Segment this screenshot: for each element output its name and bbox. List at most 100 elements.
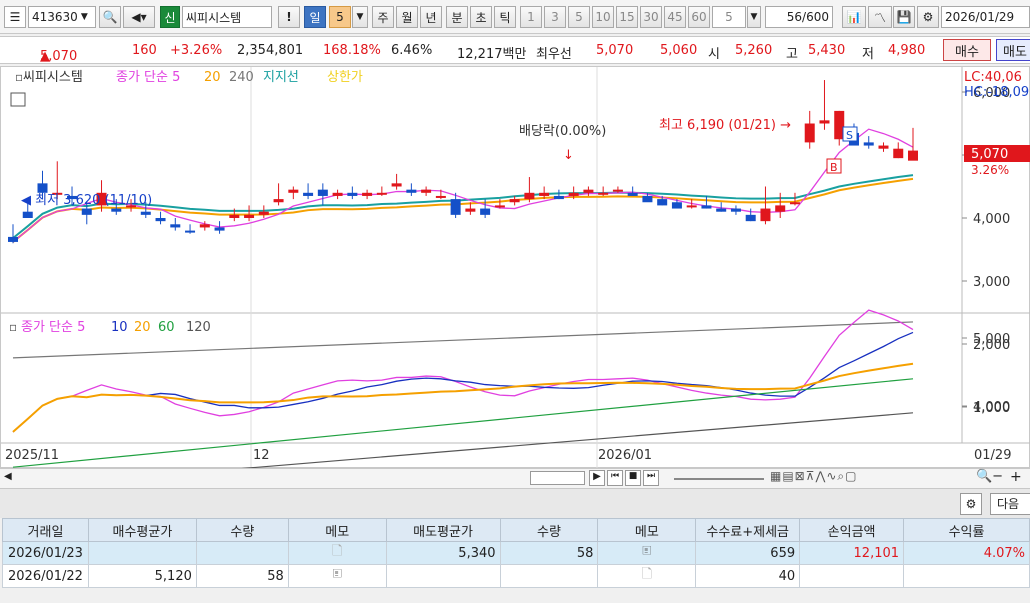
table-row[interactable]: 2026/01/22 5,120 58 🗉 🗋 40 xyxy=(2,564,1030,588)
memo-cell[interactable]: 🗋 xyxy=(597,564,697,588)
candle-body xyxy=(22,211,33,218)
buy-qty xyxy=(195,541,289,565)
memo-cell[interactable]: 🗉 xyxy=(597,541,697,565)
candle-body xyxy=(686,205,697,208)
legend-ma240: 240 xyxy=(229,70,254,85)
save-icon[interactable]: 💾 xyxy=(893,6,915,28)
chart-area[interactable]: 6,0005,0004,0003,0002,0001,0005,0004,000… xyxy=(0,66,1030,469)
candle-body xyxy=(642,195,653,203)
ma5-line xyxy=(12,128,914,243)
dropdown-icon[interactable]: ▼ xyxy=(81,12,88,22)
candle-body xyxy=(421,189,432,193)
prev-icon[interactable]: ◀▾ xyxy=(123,6,155,28)
memo-icon[interactable]: 🗋 xyxy=(642,567,652,582)
first-icon[interactable]: ⏮ xyxy=(607,470,623,486)
candle-body xyxy=(332,192,343,196)
stop-icon[interactable]: ■ xyxy=(625,470,641,486)
scroll-left-icon[interactable]: ◀ xyxy=(4,471,12,482)
legend-marker-1: ▫ xyxy=(15,70,23,84)
buy-button[interactable]: 매수 xyxy=(943,39,991,61)
ma20-lower-line xyxy=(12,362,914,433)
period-second-button[interactable]: 초 xyxy=(470,6,492,28)
col-header: 수량 xyxy=(499,518,599,542)
volume: 2,354,801 xyxy=(237,43,304,58)
col-header: 매수평균가 xyxy=(87,518,197,542)
lc-label: LC:40,06 xyxy=(964,70,1022,85)
candle-body xyxy=(317,189,328,196)
memo-cell[interactable]: 🗋 xyxy=(287,541,387,565)
candle-body xyxy=(553,195,564,200)
period-minute-button[interactable]: 분 xyxy=(446,6,468,28)
fee: 659 xyxy=(695,541,801,565)
period-week-button[interactable]: 주 xyxy=(372,6,394,28)
sell-avg xyxy=(385,564,501,588)
minute-45-button[interactable]: 45 xyxy=(664,6,686,28)
new-badge: 신 xyxy=(160,6,180,28)
zoom-out-icon[interactable]: 🔍− xyxy=(976,469,1003,484)
candle-body xyxy=(612,189,623,192)
minute-3-button[interactable]: 3 xyxy=(544,6,566,28)
last-icon[interactable]: ⏭ xyxy=(643,470,659,486)
period-day-button[interactable]: 일 xyxy=(304,6,326,28)
high-price: 5,430 xyxy=(808,43,846,58)
search-icon[interactable]: 🔍 xyxy=(99,6,121,28)
dividend-annotation: 배당락(0.00%) xyxy=(519,124,606,139)
minute-60-button[interactable]: 60 xyxy=(688,6,710,28)
minute-30-button[interactable]: 30 xyxy=(640,6,662,28)
period-year-button[interactable]: 년 xyxy=(420,6,442,28)
alert-button[interactable]: ! xyxy=(278,6,300,28)
minute-15-button[interactable]: 15 xyxy=(616,6,638,28)
next-button[interactable]: 다음 xyxy=(990,493,1030,515)
table-toggle-icon[interactable] xyxy=(10,92,26,107)
stock-chart[interactable]: 6,0005,0004,0003,0002,0001,0005,0004,000… xyxy=(1,67,1030,469)
period-n-select[interactable]: 5 xyxy=(329,6,351,28)
col-header: 수익률 xyxy=(903,518,1030,542)
trade-date: 2026/01/22 xyxy=(2,564,89,588)
minute-1-button[interactable]: 1 xyxy=(520,6,542,28)
candle-body xyxy=(391,183,402,187)
candle-body xyxy=(671,202,682,209)
col-header: 수량 xyxy=(195,518,289,542)
stock-code-input[interactable]: 413630 ▼ xyxy=(28,6,96,28)
minute-dropdown-icon[interactable]: ▼ xyxy=(747,6,761,28)
minute-5-button[interactable]: 5 xyxy=(568,6,590,28)
scroll-right-icon[interactable]: ▶ xyxy=(589,470,605,486)
quote-bar: 5,070 ▲ 160 +3.26% 2,354,801 168.18% 6.4… xyxy=(0,36,1030,64)
toolbar: ☰ 413630 ▼ 🔍 ◀▾ 신 씨피시스템 ! 일 5 ▼ 주 월 년 분 초… xyxy=(0,0,1030,34)
price-tag-label: 5,070 xyxy=(971,147,1008,162)
candle-body xyxy=(406,189,417,193)
ask-price: 5,070 xyxy=(596,43,634,58)
chart-type-icon[interactable]: 📊 xyxy=(842,6,866,28)
gear-icon[interactable]: ⚙ xyxy=(960,493,982,515)
menu-icon[interactable]: ☰ xyxy=(4,6,26,28)
gear-icon[interactable]: ⚙ xyxy=(917,6,939,28)
scroll-bar[interactable]: ◀ ▶ ⏮ ■ ⏭ ▦▤⊠⊼⋀∿⌕▢ 🔍− + xyxy=(0,468,1030,488)
candle-body xyxy=(819,120,830,124)
drawing-tools-icon[interactable]: ▦▤⊠⊼⋀∿⌕▢ xyxy=(770,469,857,484)
profit-amount: 12,101 xyxy=(799,541,905,565)
scroll-thumb[interactable] xyxy=(530,471,585,485)
sell-button[interactable]: 매도 xyxy=(996,39,1030,61)
memo-edit-icon[interactable]: 🗉 xyxy=(642,544,652,559)
stock-name[interactable]: 씨피시스템 xyxy=(182,6,272,28)
zoom-in-icon[interactable]: + xyxy=(1010,469,1022,485)
legend2-ma20: 20 xyxy=(134,320,151,335)
table-row[interactable]: 2026/01/23 🗋 5,340 58 🗉 659 12,101 4.07% xyxy=(2,541,1030,565)
candle-body xyxy=(730,208,741,212)
period-tick-button[interactable]: 틱 xyxy=(494,6,516,28)
minute-custom-input[interactable]: 5 xyxy=(712,6,746,28)
candle-body xyxy=(214,227,225,231)
trade-amount: 12,217백만 xyxy=(457,47,527,62)
low-label: 저 xyxy=(862,47,874,62)
zoom-slider[interactable] xyxy=(674,478,764,480)
period-n-dropdown-icon[interactable]: ▼ xyxy=(352,6,368,28)
date-input[interactable]: 2026/01/29 xyxy=(941,6,1030,28)
count-input[interactable]: 56/600 xyxy=(765,6,833,28)
memo-edit-icon[interactable]: 🗉 xyxy=(332,567,342,582)
col-header: 수수료+제세금 xyxy=(695,518,801,542)
period-month-button[interactable]: 월 xyxy=(396,6,418,28)
minute-10-button[interactable]: 10 xyxy=(592,6,614,28)
memo-icon[interactable]: 🗋 xyxy=(332,544,342,559)
memo-cell[interactable]: 🗉 xyxy=(287,564,387,588)
indicator-icon[interactable]: 〽 xyxy=(868,6,892,28)
